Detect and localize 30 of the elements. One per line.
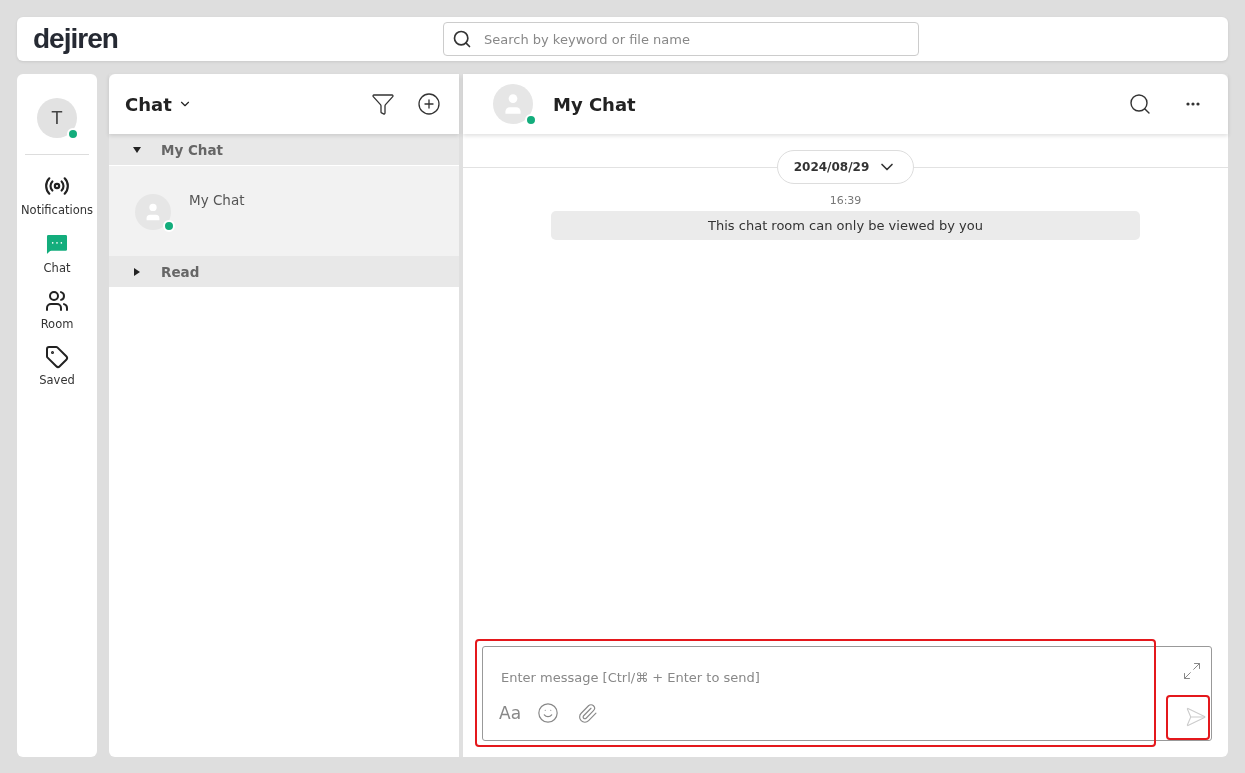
search-field[interactable]: Search by keyword or file name (443, 22, 919, 56)
smiley-icon (537, 702, 560, 724)
chat-title: My Chat (553, 93, 636, 115)
triangle-icon (134, 267, 140, 276)
search-icon (1128, 92, 1152, 116)
plus-icon (417, 92, 441, 116)
nav-item[interactable]: Notifications (17, 173, 97, 217)
add-button[interactable] (415, 90, 443, 118)
group-header[interactable]: My Chat (109, 134, 459, 166)
people-icon (45, 289, 69, 313)
chat-item[interactable]: My Chat (109, 166, 459, 256)
more-button[interactable] (1184, 100, 1202, 108)
chat-list-title[interactable]: Chat (125, 93, 192, 115)
message-time: 16:39 (829, 194, 862, 207)
nav-item[interactable]: Saved (17, 345, 97, 387)
expand-icon (1182, 661, 1202, 681)
logo: dejiren (33, 23, 118, 55)
triangle-icon (133, 146, 141, 153)
paperclip-icon (577, 702, 599, 724)
format-button[interactable]: Aa (499, 703, 522, 723)
filter-icon (371, 92, 395, 116)
group-header[interactable]: Read (109, 256, 459, 288)
more-icon (1186, 102, 1200, 106)
date-button[interactable]: 2024/08/29 (776, 150, 915, 184)
nav-item[interactable]: Room (17, 289, 97, 331)
nav-item[interactable]: Chat (17, 231, 97, 275)
search-icon (452, 29, 472, 49)
system-message: This chat room can only be viewed by you (551, 211, 1140, 240)
tag-icon (45, 345, 69, 369)
user-avatar[interactable]: T (37, 98, 77, 138)
